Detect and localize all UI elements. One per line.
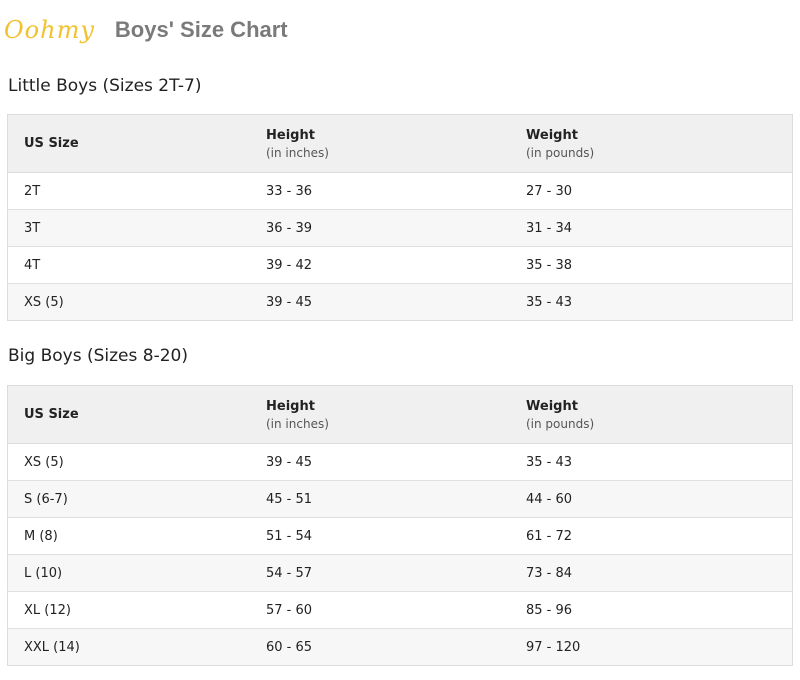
weight-cell: 35 - 43 (526, 443, 793, 481)
size-cell: L (10) (7, 554, 266, 592)
size-cell: XL (12) (7, 591, 266, 629)
height-cell: 33 - 36 (266, 172, 526, 210)
height-cell: 45 - 51 (266, 480, 526, 518)
table-row: M (8) 51 - 54 61 - 72 (7, 517, 793, 555)
weight-cell: 44 - 60 (526, 480, 793, 518)
weight-cell: 35 - 43 (526, 283, 793, 321)
height-label: Height (266, 398, 315, 414)
size-chart-page: Oohmy Boys' Size Chart Little Boys (Size… (0, 0, 800, 680)
height-cell: 39 - 42 (266, 246, 526, 284)
little-boys-title: Little Boys (Sizes 2T-7) (8, 76, 202, 96)
table-row: 3T 36 - 39 31 - 34 (7, 209, 793, 247)
page-title: Boys' Size Chart (114, 17, 288, 42)
size-cell: XXL (14) (7, 628, 266, 666)
column-header-weight: Weight (in pounds) (526, 114, 793, 173)
weight-label: Weight (526, 398, 578, 414)
column-header-height: Height (in inches) (266, 385, 526, 444)
big-boys-title: Big Boys (Sizes 8-20) (8, 346, 188, 366)
table-row: XS (5) 39 - 45 35 - 43 (7, 443, 793, 481)
height-cell: 39 - 45 (266, 283, 526, 321)
weight-cell: 27 - 30 (526, 172, 793, 210)
height-cell: 54 - 57 (266, 554, 526, 592)
weight-label: Weight (526, 127, 578, 143)
weight-cell: 97 - 120 (526, 628, 793, 666)
size-cell: XS (5) (7, 283, 266, 321)
size-cell: 2T (7, 172, 266, 210)
column-header-us-size: US Size (7, 385, 266, 444)
weight-cell: 31 - 34 (526, 209, 793, 247)
weight-unit: (in pounds) (526, 416, 595, 431)
height-cell: 51 - 54 (266, 517, 526, 555)
weight-cell: 61 - 72 (526, 517, 793, 555)
big-boys-table: US Size Height (in inches) Weight (in po… (7, 385, 793, 666)
size-cell: 3T (7, 209, 266, 247)
weight-cell: 35 - 38 (526, 246, 793, 284)
height-cell: 39 - 45 (266, 443, 526, 481)
table-header-row: US Size Height (in inches) Weight (in po… (7, 385, 793, 444)
size-cell: XS (5) (7, 443, 266, 481)
weight-cell: 85 - 96 (526, 591, 793, 629)
weight-cell: 73 - 84 (526, 554, 793, 592)
height-cell: 36 - 39 (266, 209, 526, 247)
table-row: 2T 33 - 36 27 - 30 (7, 172, 793, 210)
size-cell: M (8) (7, 517, 266, 555)
height-unit: (in inches) (266, 145, 329, 160)
brand-logo: Oohmy (4, 16, 95, 44)
table-row: S (6-7) 45 - 51 44 - 60 (7, 480, 793, 518)
little-boys-table: US Size Height (in inches) Weight (in po… (7, 114, 793, 321)
column-header-height: Height (in inches) (266, 114, 526, 173)
table-row: XXL (14) 60 - 65 97 - 120 (7, 628, 793, 666)
weight-unit: (in pounds) (526, 145, 595, 160)
table-header-row: US Size Height (in inches) Weight (in po… (7, 114, 793, 173)
column-header-weight: Weight (in pounds) (526, 385, 793, 444)
size-cell: S (6-7) (7, 480, 266, 518)
size-cell: 4T (7, 246, 266, 284)
height-cell: 57 - 60 (266, 591, 526, 629)
height-cell: 60 - 65 (266, 628, 526, 666)
table-row: XL (12) 57 - 60 85 - 96 (7, 591, 793, 629)
height-label: Height (266, 127, 315, 143)
table-row: XS (5) 39 - 45 35 - 43 (7, 283, 793, 321)
column-header-us-size: US Size (7, 114, 266, 173)
table-row: 4T 39 - 42 35 - 38 (7, 246, 793, 284)
page-header: Oohmy Boys' Size Chart (4, 12, 288, 48)
height-unit: (in inches) (266, 416, 329, 431)
table-row: L (10) 54 - 57 73 - 84 (7, 554, 793, 592)
